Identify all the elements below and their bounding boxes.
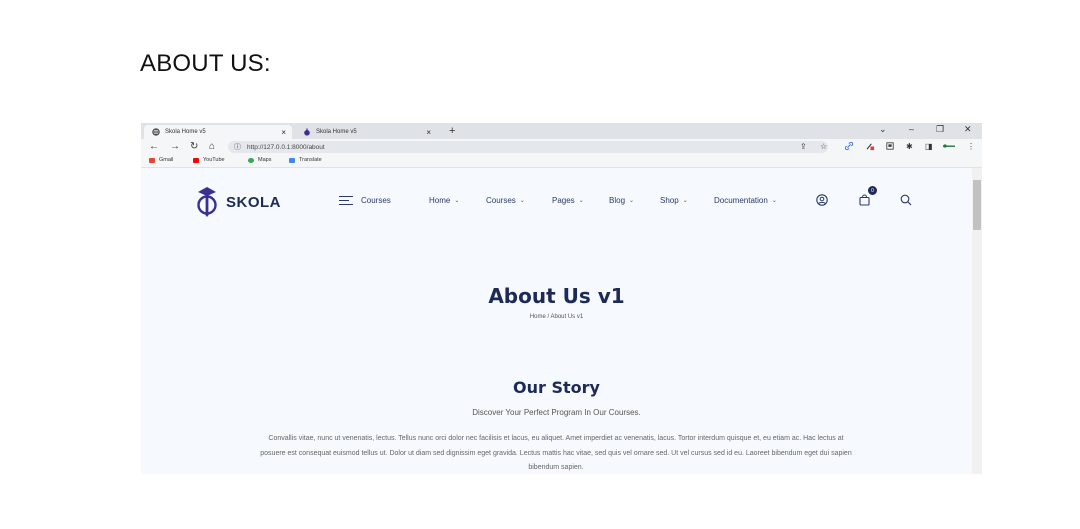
breadcrumb: Home / About Us v1 (529, 314, 584, 320)
section-title: Our Story (513, 378, 600, 397)
courses-toggle-label: Courses (361, 196, 391, 205)
tab-title: Skola Home v5 (316, 129, 357, 135)
translate-icon (289, 157, 295, 163)
bookmark-label: YouTube (203, 157, 225, 163)
chevron-down-icon: ⌄ (629, 198, 635, 204)
bookmark-label: Gmail (159, 157, 174, 163)
reader-extension-icon[interactable] (886, 142, 894, 153)
address-bar-row: ← → ↻ ⌂ ⓘ http://127.0.0.1:8000/about ⇪ … (141, 139, 982, 155)
nav-courses[interactable]: Courses ⌄ (486, 196, 525, 205)
nav-label: Documentation (714, 196, 768, 205)
browser-window: Skola Home v5 × Skola Home v5 × + ⌄ – ❐ … (141, 123, 982, 474)
maps-icon (248, 157, 254, 163)
gmail-icon (149, 157, 155, 163)
section-subtitle: Discover Your Perfect Program In Our Cou… (472, 408, 641, 417)
forward-icon[interactable]: → (170, 141, 180, 153)
chevron-down-icon: ⌄ (454, 198, 460, 204)
chevron-down-icon: ⌄ (771, 198, 777, 204)
page-heading: ABOUT US: (140, 50, 271, 77)
close-window-button[interactable]: ✕ (964, 124, 972, 135)
scrollbar[interactable] (972, 168, 982, 474)
profile-sync-icon[interactable] (942, 142, 956, 153)
scrollbar-thumb[interactable] (973, 180, 981, 230)
bookmark-youtube[interactable]: YouTube (193, 157, 225, 163)
chevron-down-icon: ⌄ (578, 198, 584, 204)
tab-close-icon[interactable]: × (426, 128, 431, 137)
extension-red-icon[interactable] (866, 142, 875, 154)
story-paragraph: Convallis vitae, nunc ut venenatis, lect… (260, 435, 852, 471)
info-icon[interactable]: ⓘ (234, 142, 241, 152)
back-icon[interactable]: ← (149, 141, 159, 153)
bookmark-label: Translate (299, 157, 322, 163)
nav-label: Courses (486, 196, 516, 205)
chevron-down-icon: ⌄ (682, 198, 688, 204)
skola-logo-icon (197, 187, 217, 217)
url-text: http://127.0.0.1:8000/about (247, 143, 325, 151)
site-logo[interactable]: SKOLA (197, 186, 281, 218)
nav-blog[interactable]: Blog ⌄ (609, 196, 634, 205)
search-icon[interactable] (899, 193, 913, 207)
puzzle-icon[interactable]: ✱ (906, 142, 913, 152)
skola-favicon-icon (303, 128, 311, 136)
page-title: About Us v1 (488, 284, 625, 308)
bookmark-translate[interactable]: Translate (289, 157, 322, 163)
share-icon[interactable]: ⇪ (800, 142, 807, 152)
bookmark-star-icon[interactable]: ☆ (820, 142, 827, 152)
bookmarks-bar: Gmail YouTube Maps Translate (141, 155, 982, 168)
website-viewport: SKOLA Courses Home ⌄ Courses ⌄ Pages ⌄ B… (141, 168, 972, 474)
tab-bar: Skola Home v5 × Skola Home v5 × + ⌄ – ❐ … (141, 123, 982, 139)
home-icon[interactable]: ⌂ (209, 141, 215, 153)
globe-icon (152, 128, 160, 136)
restore-button[interactable]: ❐ (936, 124, 944, 135)
nav-pages[interactable]: Pages ⌄ (552, 196, 584, 205)
reload-icon[interactable]: ↻ (190, 141, 198, 153)
nav-shop[interactable]: Shop ⌄ (660, 196, 688, 205)
nav-label: Shop (660, 196, 679, 205)
browser-menu-icon[interactable]: ⋮ (967, 142, 975, 152)
link-extension-icon[interactable] (844, 141, 854, 153)
minimize-button[interactable]: – (909, 124, 914, 134)
bookmark-maps[interactable]: Maps (248, 157, 271, 163)
cart-count-badge: 0 (868, 186, 877, 195)
courses-menu-toggle[interactable]: Courses (339, 196, 391, 205)
tab-title: Skola Home v5 (165, 129, 206, 135)
tab-close-icon[interactable]: × (281, 128, 286, 137)
bookmark-gmail[interactable]: Gmail (149, 157, 173, 163)
tab-skola-home[interactable]: Skola Home v5 × (295, 125, 437, 139)
nav-label: Home (429, 196, 451, 205)
user-account-icon[interactable] (815, 193, 829, 207)
nav-label: Pages (552, 196, 575, 205)
hamburger-icon (339, 196, 353, 205)
sidebar-icon[interactable]: ◨ (925, 142, 933, 152)
tab-search-icon[interactable]: ⌄ (879, 124, 887, 135)
nav-documentation[interactable]: Documentation ⌄ (714, 196, 777, 205)
youtube-icon (193, 157, 199, 163)
chevron-down-icon: ⌄ (519, 198, 525, 204)
nav-label: Blog (609, 196, 626, 205)
nav-home[interactable]: Home ⌄ (429, 196, 459, 205)
shopping-bag-icon[interactable] (857, 193, 871, 207)
tab-skola-home-active[interactable]: Skola Home v5 × (144, 125, 292, 139)
logo-text: SKOLA (226, 193, 281, 211)
url-input[interactable]: ⓘ http://127.0.0.1:8000/about (228, 141, 828, 153)
bookmark-label: Maps (258, 157, 272, 163)
new-tab-button[interactable]: + (449, 125, 455, 137)
